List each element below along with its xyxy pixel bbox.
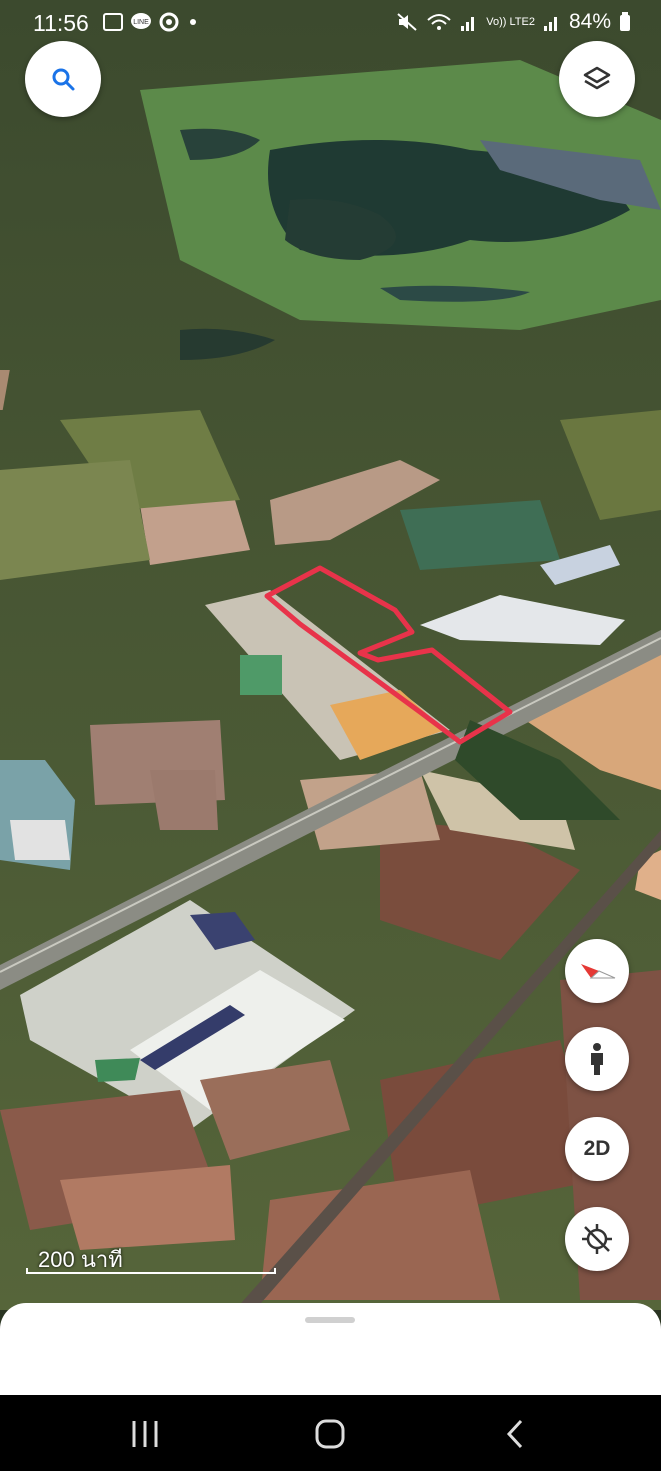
compass-icon — [581, 964, 616, 979]
mute-icon — [397, 13, 417, 31]
view-mode-button[interactable]: 2D — [565, 1117, 629, 1181]
view-mode-label: 2D — [583, 1137, 611, 1160]
search-button[interactable] — [25, 41, 101, 117]
street-view-button[interactable] — [565, 1027, 629, 1091]
status-time: 11:56 — [33, 10, 89, 36]
system-nav-bar — [0, 1395, 661, 1471]
back-icon[interactable] — [497, 1419, 537, 1449]
layers-button[interactable] — [559, 41, 635, 117]
signal-icon — [461, 17, 475, 31]
network-label: Vo)) LTE2 — [486, 15, 535, 28]
sheet-drag-handle[interactable] — [305, 1317, 355, 1323]
bottom-sheet[interactable] — [0, 1303, 661, 1398]
pegman-icon — [591, 1043, 603, 1075]
location-off-icon — [582, 1224, 612, 1254]
battery-percent: 84% — [568, 10, 611, 33]
scale-bar — [26, 1268, 276, 1274]
recent-apps-icon[interactable] — [125, 1419, 165, 1449]
home-icon[interactable] — [310, 1419, 350, 1449]
signal-icon-2 — [543, 17, 557, 31]
map-scale: 200 นาที — [26, 1242, 278, 1274]
compass-button[interactable] — [565, 939, 629, 1003]
layers-icon — [583, 66, 611, 90]
dot-icon — [190, 19, 196, 25]
line-app-icon: LINE — [131, 13, 151, 29]
status-bar: 11:56 LINE Vo)) LTE2 84% — [0, 0, 661, 48]
svg-text:LINE: LINE — [133, 19, 149, 26]
my-location-button[interactable] — [565, 1207, 629, 1271]
search-icon — [52, 68, 75, 91]
wifi-icon — [427, 14, 451, 30]
satellite-map[interactable] — [0, 0, 661, 1310]
gallery-icon — [103, 13, 123, 31]
chrome-icon — [159, 12, 179, 32]
battery-icon — [620, 12, 630, 31]
map-imagery — [0, 0, 661, 1310]
